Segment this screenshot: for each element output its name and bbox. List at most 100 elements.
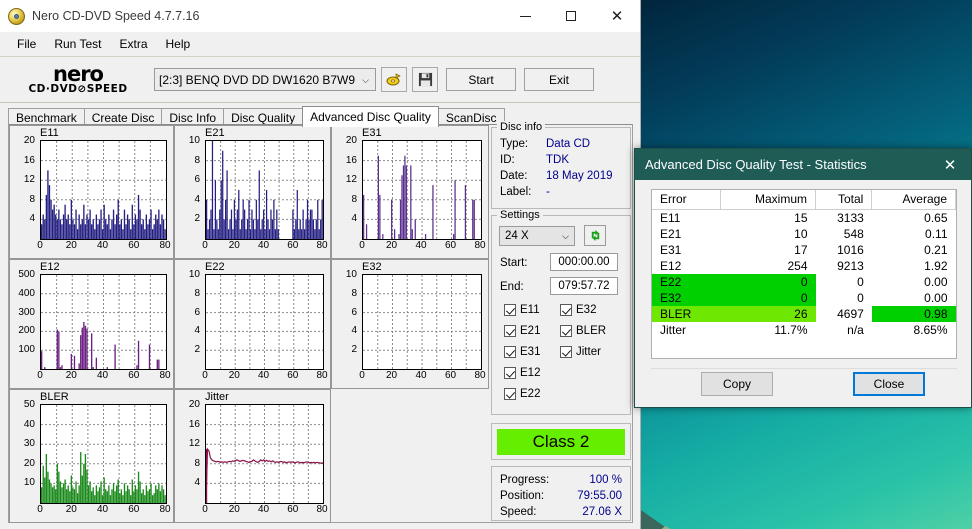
y-axis-tick: 10 [23, 477, 35, 489]
refresh-button[interactable] [584, 225, 606, 246]
disc-eject-button[interactable] [381, 67, 407, 92]
chart-plot-area [205, 274, 324, 370]
window-title: Nero CD-DVD Speed 4.7.7.16 [32, 9, 200, 23]
chart-title: E32 [362, 261, 382, 273]
checkbox-box [504, 388, 516, 400]
cell-error: E22 [652, 274, 721, 290]
checkbox-e11[interactable]: E11 [504, 304, 540, 316]
table-header-row: Error Maximum Total Average [652, 190, 956, 210]
table-header-maximum: Maximum [720, 190, 817, 210]
y-axis-tick: 4 [351, 213, 357, 225]
x-axis-tick: 0 [359, 370, 365, 381]
statistics-dialog: Advanced Disc Quality Test - Statistics … [634, 148, 972, 408]
close-dialog-button[interactable]: Close [853, 372, 925, 396]
x-axis-tick: 0 [202, 504, 208, 515]
checkbox-e12[interactable]: E12 [504, 367, 540, 379]
statistics-table: Error Maximum Total Average E11 15 3133 0.65 E2… [652, 190, 956, 338]
cell-average: 0.00 [924, 275, 948, 289]
x-axis-tick: 20 [65, 370, 77, 381]
cell-total: n/a [847, 323, 864, 337]
y-axis-tick: 50 [23, 399, 35, 410]
y-axis-tick: 16 [23, 154, 35, 166]
x-axis-tick: 40 [257, 504, 270, 515]
floppy-save-icon [418, 72, 432, 87]
cell-average: 0.65 [924, 211, 948, 225]
minimize-button[interactable] [502, 0, 548, 32]
settings-group: Settings 24 X ⌵ Start: 000:00.00 End: 079:57.7… [491, 209, 631, 415]
cell-maximum: 10 [794, 227, 808, 241]
cell-average: 0.11 [925, 227, 948, 241]
checkbox-e31[interactable]: E31 [504, 346, 540, 358]
cell-total: 3133 [837, 211, 864, 225]
x-axis-tick: 20 [65, 240, 77, 251]
cell-maximum: 254 [787, 259, 808, 273]
x-axis-tick: 20 [228, 504, 240, 515]
menu-item-run-test[interactable]: Run Test [45, 34, 110, 54]
checkbox-bler[interactable]: BLER [560, 325, 606, 337]
y-axis-tick: 8 [194, 154, 200, 166]
table-row: E11 15 3133 0.65 [652, 210, 956, 227]
x-axis-tick: 0 [202, 370, 208, 381]
checkbox-e21[interactable]: E21 [504, 325, 540, 337]
drive-select[interactable]: [2:3] BENQ DVD DD DW1620 B7W9 ⌵ [154, 68, 376, 91]
chart-title: E31 [362, 127, 382, 139]
x-axis-tick: 0 [202, 240, 208, 251]
disc-info-legend: Disc info [497, 121, 546, 133]
table-body: E11 15 3133 0.65 E21 10 548 0.11 E31 17 1016 0.21 E1… [652, 210, 956, 339]
start-time-input[interactable]: 000:00.00 [550, 253, 618, 271]
close-button[interactable]: ✕ [594, 0, 640, 32]
progress-value: 100 % [589, 474, 622, 486]
cell-error: E12 [660, 259, 682, 273]
cell-maximum: 0 [720, 290, 816, 306]
checkbox-box [504, 346, 516, 358]
table-row: E31 17 1016 0.21 [652, 242, 956, 258]
y-axis-tick: 12 [345, 174, 357, 186]
refresh-icon [591, 229, 599, 242]
cell-error: E32 [652, 290, 721, 306]
y-axis-tick: 8 [351, 193, 357, 205]
checkbox-label: E32 [576, 304, 597, 316]
cell-error: BLER [652, 306, 721, 322]
menu-bar: File Run Test Extra Help [0, 32, 640, 57]
checkbox-e32[interactable]: E32 [560, 304, 596, 316]
table-row: E12 254 9213 1.92 [652, 258, 956, 274]
y-axis-tick: 10 [188, 135, 200, 146]
y-axis-tick: 20 [23, 135, 35, 146]
speed-select[interactable]: 24 X ⌵ [499, 226, 575, 246]
cell-total: 0 [857, 275, 864, 289]
y-axis-tick: 2 [194, 344, 200, 356]
progress-group: Progress: 100 % Position: 79:55.00 Speed: 27.… [491, 466, 631, 521]
tab-advanced-disc-quality[interactable]: Advanced Disc Quality [302, 106, 439, 127]
menu-item-file[interactable]: File [8, 34, 45, 54]
checkbox-box [560, 325, 572, 337]
checkbox-e22[interactable]: E22 [504, 388, 540, 400]
checkbox-jitter[interactable]: Jitter [560, 346, 601, 358]
maximize-button[interactable] [548, 0, 594, 32]
statistics-table-container: Error Maximum Total Average E11 15 3133 0.65 E2… [651, 189, 957, 359]
statistics-title-bar: Advanced Disc Quality Test - Statistics … [635, 149, 971, 180]
save-button[interactable] [412, 67, 438, 92]
statistics-close-button[interactable]: ✕ [929, 149, 971, 180]
chart-e31: E31 4 8 12 16 20 0 20 40 60 80 [331, 125, 489, 259]
chart-plot-area [362, 140, 482, 240]
disc-info-value: - [546, 186, 550, 198]
start-time-label: Start: [500, 257, 528, 269]
chevron-down-icon: ⌵ [362, 75, 369, 85]
disc-info-value: TDK [546, 154, 569, 166]
x-axis-tick: 40 [415, 240, 427, 251]
table-row: E21 10 548 0.11 [652, 226, 956, 242]
y-axis-tick: 12 [188, 438, 200, 450]
end-time-input[interactable]: 079:57.72 [550, 277, 618, 295]
cell-average: 0.00 [924, 291, 948, 305]
table-row: E32 0 0 0.00 [652, 290, 956, 306]
checkbox-label: BLER [576, 325, 607, 337]
chart-plot-area [40, 140, 167, 240]
menu-item-help[interactable]: Help [157, 34, 200, 54]
copy-button[interactable]: Copy [701, 372, 773, 396]
cell-error: E31 [660, 243, 682, 257]
chart-title: E22 [205, 261, 225, 273]
exit-button[interactable]: Exit [524, 68, 594, 91]
menu-item-extra[interactable]: Extra [110, 34, 156, 54]
cell-average: 1.92 [924, 259, 948, 273]
start-button[interactable]: Start [446, 68, 516, 91]
